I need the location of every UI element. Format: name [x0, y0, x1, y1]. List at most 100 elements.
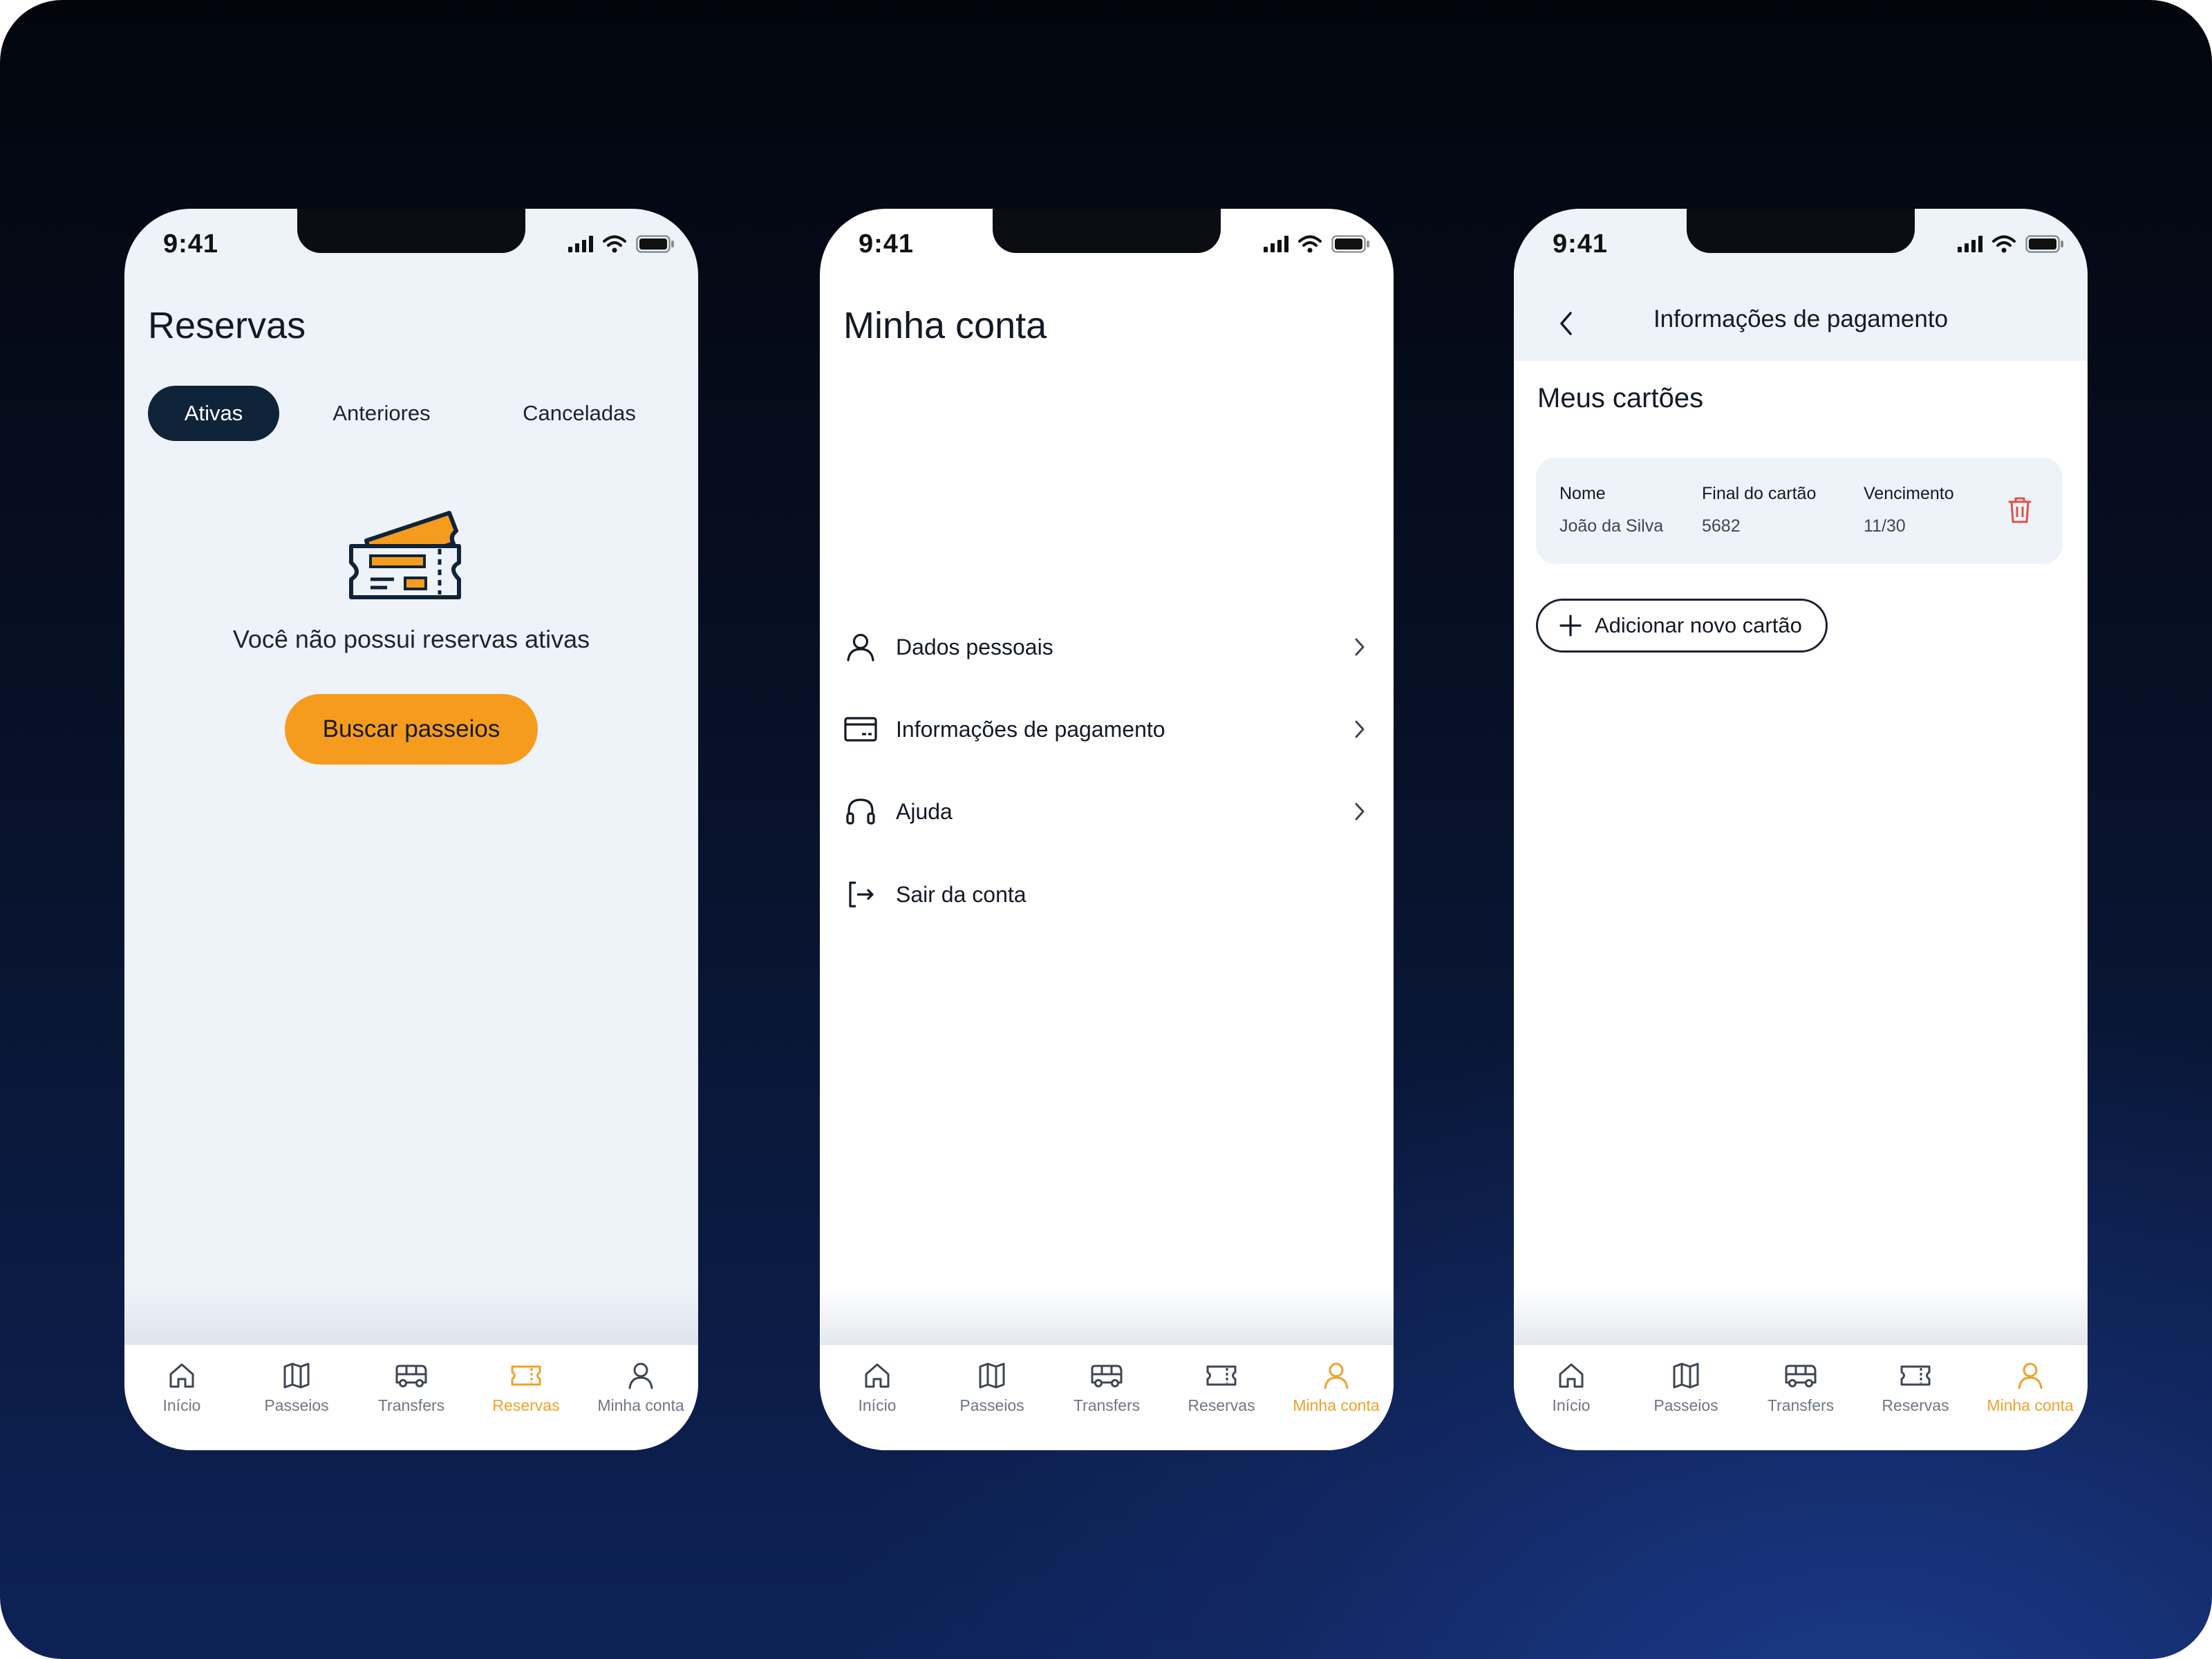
bus-icon — [1785, 1365, 1817, 1387]
bus-icon — [1091, 1365, 1123, 1387]
card-final-header: Final do cartão — [1702, 484, 1817, 503]
tab-minha-conta[interactable]: Minha conta — [1279, 1345, 1394, 1450]
tab-label: Reservas — [1882, 1396, 1949, 1414]
notch — [993, 209, 1221, 253]
tab-label: Início — [858, 1396, 897, 1414]
credit-card-icon — [844, 717, 877, 742]
add-card-button[interactable]: Adicionar novo cartão — [1536, 599, 1828, 653]
tab-reservas[interactable]: Reservas — [469, 1345, 583, 1450]
map-icon — [979, 1362, 1005, 1389]
battery-icon — [636, 235, 674, 253]
status-time: 9:41 — [859, 229, 915, 259]
signal-icon — [1264, 236, 1288, 252]
card-exp-column: Vencimento 11/30 — [1864, 484, 1954, 536]
scroll-fade — [820, 1287, 1394, 1348]
user-icon — [2018, 1362, 2043, 1389]
tab-bar: Início Passeios Transfers Reservas Minha… — [1514, 1344, 2088, 1450]
tab-inicio[interactable]: Início — [124, 1345, 239, 1450]
signal-icon — [1958, 236, 1983, 252]
tab-minha-conta[interactable]: Minha conta — [1973, 1345, 2088, 1450]
tab-transfers[interactable]: Transfers — [1049, 1345, 1164, 1450]
tab-passeios[interactable]: Passeios — [1629, 1345, 1743, 1450]
card-exp-value: 11/30 — [1864, 516, 1906, 536]
menu-item-ajuda[interactable]: Ajuda — [843, 791, 1370, 832]
card-name-column: Nome João da Silva — [1559, 484, 1663, 536]
status-icons — [1958, 235, 2064, 253]
ticket-icon — [511, 1365, 541, 1386]
scroll-fade — [1514, 1287, 2088, 1348]
tab-inicio[interactable]: Início — [1514, 1345, 1629, 1450]
menu-item-label: Ajuda — [896, 798, 953, 824]
tab-bar: Início Passeios Transfers Reservas Minha… — [124, 1344, 698, 1450]
home-icon — [865, 1363, 890, 1388]
trash-icon — [2008, 497, 2032, 523]
notch — [297, 209, 525, 253]
tab-passeios[interactable]: Passeios — [239, 1345, 354, 1450]
tab-inicio[interactable]: Início — [820, 1345, 935, 1450]
menu-item-dados-pessoais[interactable]: Dados pessoais — [843, 626, 1370, 668]
menu-item-label: Informações de pagamento — [896, 716, 1165, 742]
tab-minha-conta[interactable]: Minha conta — [583, 1345, 698, 1450]
page-title: Informações de pagamento — [1653, 306, 1949, 332]
headset-icon — [846, 798, 875, 825]
user-icon — [628, 1362, 653, 1389]
tab-label: Reservas — [1188, 1396, 1255, 1414]
home-icon — [1559, 1363, 1584, 1388]
card-final-value: 5682 — [1702, 516, 1741, 536]
tab-label: Transfers — [1767, 1396, 1835, 1414]
map-icon — [1673, 1362, 1699, 1389]
phone-minha-conta: 9:41 Minha conta Dados pessoais Informaç… — [820, 209, 1394, 1450]
status-time: 9:41 — [163, 229, 219, 259]
card-name-value: João da Silva — [1559, 516, 1664, 536]
ticket-icon — [1900, 1365, 1931, 1386]
tab-bar: Início Passeios Transfers Reservas Minha… — [820, 1344, 1394, 1450]
segment-ativas[interactable]: Ativas — [148, 386, 279, 441]
search-tours-button[interactable]: Buscar passeios — [285, 694, 538, 765]
tab-label: Minha conta — [1987, 1396, 2074, 1414]
empty-state-message: Você não possui reservas ativas — [232, 625, 590, 653]
menu-item-informacoes-pagamento[interactable]: Informações de pagamento — [843, 709, 1370, 750]
tab-transfers[interactable]: Transfers — [1743, 1345, 1858, 1450]
wifi-icon — [1298, 235, 1322, 253]
tickets-illustration-icon — [349, 511, 461, 599]
menu-item-sair-da-conta[interactable]: Sair da conta — [843, 874, 1370, 915]
wifi-icon — [603, 235, 626, 253]
tab-transfers[interactable]: Transfers — [354, 1345, 469, 1450]
tab-passeios[interactable]: Passeios — [935, 1345, 1049, 1450]
saved-card[interactable]: Nome João da Silva Final do cartão 5682 … — [1536, 458, 2063, 564]
battery-icon — [1331, 235, 1369, 253]
tab-label: Passeios — [959, 1396, 1024, 1414]
card-exp-header: Vencimento — [1864, 484, 1954, 503]
signal-icon — [568, 236, 593, 252]
tab-label: Transfers — [1073, 1396, 1141, 1414]
user-icon — [1324, 1362, 1349, 1389]
segment-canceladas[interactable]: Canceladas — [496, 386, 662, 441]
home-icon — [169, 1363, 194, 1388]
phone-reservas: 9:41 Reservas Ativas Anteriores Cancelad… — [124, 209, 698, 1450]
tab-reservas[interactable]: Reservas — [1858, 1345, 1973, 1450]
tab-label: Minha conta — [1293, 1396, 1380, 1414]
plus-icon — [1559, 615, 1582, 637]
logout-icon — [849, 881, 874, 908]
tab-reservas[interactable]: Reservas — [1164, 1345, 1279, 1450]
wifi-icon — [1992, 235, 2016, 253]
segment-anteriores[interactable]: Anteriores — [306, 386, 458, 441]
status-icons — [1264, 235, 1370, 253]
card-name-header: Nome — [1559, 484, 1606, 503]
tab-label: Passeios — [1653, 1396, 1718, 1414]
section-title: Meus cartões — [1537, 383, 1704, 413]
background: 9:41 Reservas Ativas Anteriores Cancelad… — [0, 0, 2212, 1659]
tab-label: Reservas — [492, 1396, 560, 1414]
tab-label: Início — [162, 1396, 201, 1414]
menu-item-label: Sair da conta — [896, 881, 1027, 907]
phone-informacoes-pagamento: 9:41 Informações de pagamento Meus cartõ… — [1514, 209, 2088, 1450]
card-final-column: Final do cartão 5682 — [1702, 484, 1816, 536]
page-title: Minha conta — [843, 305, 1047, 346]
ticket-icon — [1206, 1365, 1237, 1386]
tab-label: Transfers — [377, 1396, 445, 1414]
menu-item-label: Dados pessoais — [896, 634, 1053, 659]
chevron-right-icon — [1355, 803, 1365, 821]
battery-icon — [2025, 235, 2063, 253]
delete-card-button[interactable] — [2005, 495, 2035, 525]
tab-label: Minha conta — [597, 1396, 684, 1414]
